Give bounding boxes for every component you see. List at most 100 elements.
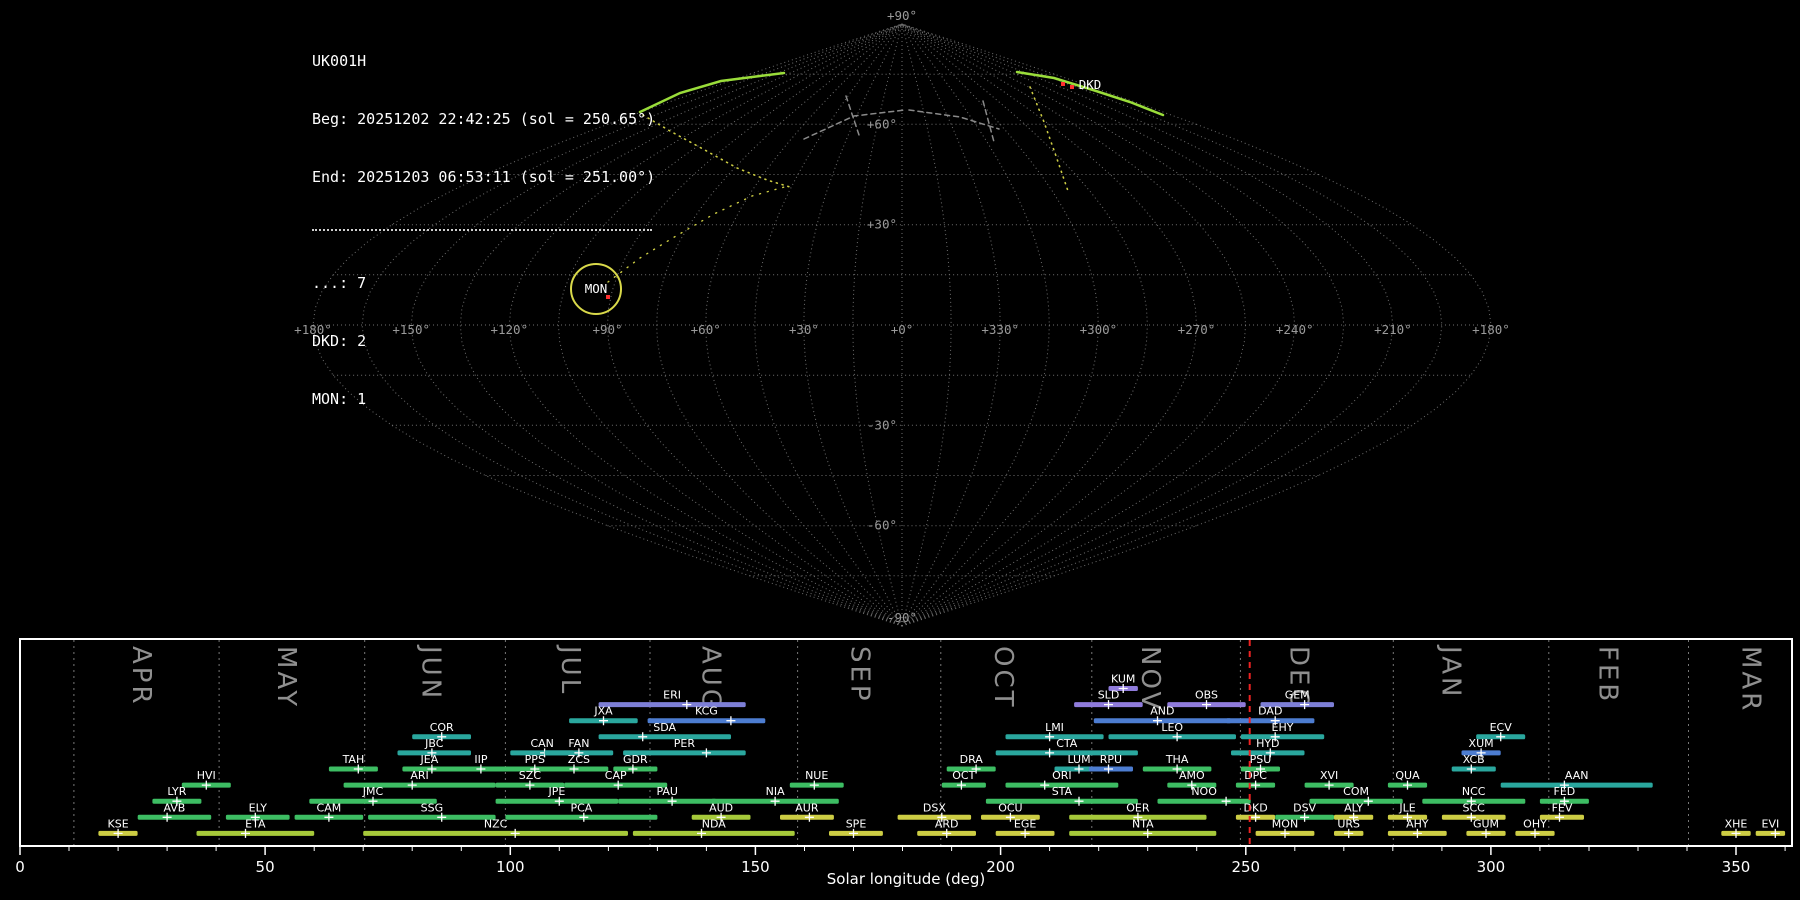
shower-label: ELY <box>249 801 268 814</box>
shower-bar <box>632 830 795 836</box>
month-label-sep: SEP <box>844 646 874 704</box>
shower-label: OER <box>1126 801 1150 814</box>
shower-label: FEV <box>1552 801 1573 814</box>
shower-bar <box>1226 718 1315 724</box>
shower-LMI: LMI <box>1005 721 1104 742</box>
axis-tick-label: 250 <box>1231 858 1260 876</box>
peak-marker <box>682 700 692 710</box>
shower-DPC: DPC <box>1235 769 1276 790</box>
month-label-mar: MAR <box>1735 646 1765 713</box>
shower-SSG: SSG <box>368 801 496 822</box>
axis-tick-label: 0 <box>15 858 25 876</box>
ecliptic-dotted-right <box>1029 86 1069 192</box>
map-lat-label: +30° <box>867 217 897 232</box>
shower-label: DAD <box>1258 705 1282 718</box>
shower-bar <box>549 766 609 772</box>
shower-label: LEO <box>1161 721 1183 734</box>
map-lon-label: +210° <box>1374 322 1412 337</box>
map-lon-label: +270° <box>1178 322 1216 337</box>
map-lon-label: +60° <box>691 322 721 337</box>
shower-label: NIA <box>766 785 785 798</box>
shower-label: NOO <box>1191 785 1217 798</box>
map-lon-label: +0° <box>891 322 914 337</box>
map-lon-label: +30° <box>789 322 819 337</box>
shower-NDA: NDA <box>632 817 795 838</box>
dkd-meteor-dot <box>1070 85 1074 89</box>
shower-SDA: SDA <box>598 721 731 742</box>
shower-label: AHY <box>1406 817 1429 830</box>
shower-bar <box>598 734 731 740</box>
month-label-jul: JUL <box>555 644 585 696</box>
count-sporadic: ...: 7 <box>312 274 367 293</box>
end-time: End: 20251203 06:53:11 (sol = 251.00°) <box>312 167 656 186</box>
shower-label: LYR <box>167 785 186 798</box>
shower-label: RPU <box>1100 753 1122 766</box>
peak-marker <box>1045 748 1055 758</box>
shower-label: GEM <box>1285 689 1310 702</box>
shower-label: CTA <box>1056 737 1078 750</box>
shower-label: PER <box>674 737 696 750</box>
shower-bar <box>368 814 496 820</box>
shower-label: LMI <box>1045 721 1064 734</box>
shower-label: PPS <box>525 753 545 766</box>
observation-header: UK001H Beg: 20251202 22:42:25 (sol = 250… <box>312 14 655 447</box>
x-axis-title: Solar longitude (deg) <box>827 870 985 888</box>
shower-ETA: ETA <box>196 817 315 838</box>
shower-RPU: RPU <box>1088 753 1133 774</box>
shower-label: ETA <box>245 817 266 830</box>
shower-label: NDA <box>702 817 727 830</box>
shower-label: FAN <box>568 737 589 750</box>
month-label-aug: AUG <box>695 646 725 712</box>
shower-label: URS <box>1337 817 1360 830</box>
dkd-meteor-dot <box>1061 82 1065 86</box>
meteor-observation-report: UK001H Beg: 20251202 22:42:25 (sol = 250… <box>0 0 1800 900</box>
shower-label: DSX <box>923 801 946 814</box>
shower-label: DPC <box>1244 769 1267 782</box>
shower-TAH: TAH <box>328 753 378 774</box>
axis-tick-label: 100 <box>496 858 525 876</box>
shower-label: OCU <box>998 801 1022 814</box>
shower-label: IIP <box>474 753 487 766</box>
shower-OBS: OBS <box>1167 689 1246 710</box>
shower-label: HYD <box>1256 737 1279 750</box>
shower-ZCS: ZCS <box>549 753 609 774</box>
shower-label: DRA <box>960 753 984 766</box>
shower-label: EHY <box>1272 721 1294 734</box>
shower-label: ECV <box>1490 721 1513 734</box>
shower-label: JLE <box>1398 801 1415 814</box>
peak-marker <box>1040 780 1050 790</box>
shower-label: XHE <box>1725 817 1748 830</box>
shower-label: MON <box>1272 817 1298 830</box>
shower-AVB: AVB <box>137 801 212 822</box>
shower-label: DSV <box>1293 801 1316 814</box>
shower-label: XVI <box>1320 769 1338 782</box>
shower-NTA: NTA <box>1069 817 1217 838</box>
shower-bar <box>137 814 212 820</box>
dkd-radiant-label: DKD <box>1079 77 1102 92</box>
shower-AAN: AAN <box>1500 769 1653 790</box>
axis-tick-label: 300 <box>1477 858 1506 876</box>
shower-bar <box>618 798 717 804</box>
shower-label: CAN <box>530 737 553 750</box>
peak-marker <box>1074 796 1084 806</box>
map-lon-label: +300° <box>1080 322 1118 337</box>
shower-label: LUM <box>1067 753 1090 766</box>
begin-time: Beg: 20251202 22:42:25 (sol = 250.65°) <box>312 109 656 128</box>
shower-label: CAM <box>317 801 342 814</box>
shower-PCA: PCA <box>505 801 658 822</box>
map-lon-label: +330° <box>981 322 1019 337</box>
shower-AUR: AUR <box>780 801 834 822</box>
shower-label: GUM <box>1473 817 1499 830</box>
shower-label: NCC <box>1462 785 1486 798</box>
shower-label: JMC <box>362 785 384 798</box>
shower-label: HVI <box>197 769 216 782</box>
peak-marker <box>726 716 736 726</box>
shower-DKD: DKD <box>1235 801 1276 822</box>
shower-label: AVB <box>163 801 185 814</box>
shower-EGE: EGE <box>995 817 1055 838</box>
shower-label: ZCS <box>568 753 590 766</box>
count-mon: MON: 1 <box>312 389 367 408</box>
map-lat-label: -60° <box>867 518 897 533</box>
peak-marker <box>510 828 520 838</box>
shower-label: QUA <box>1395 769 1420 782</box>
